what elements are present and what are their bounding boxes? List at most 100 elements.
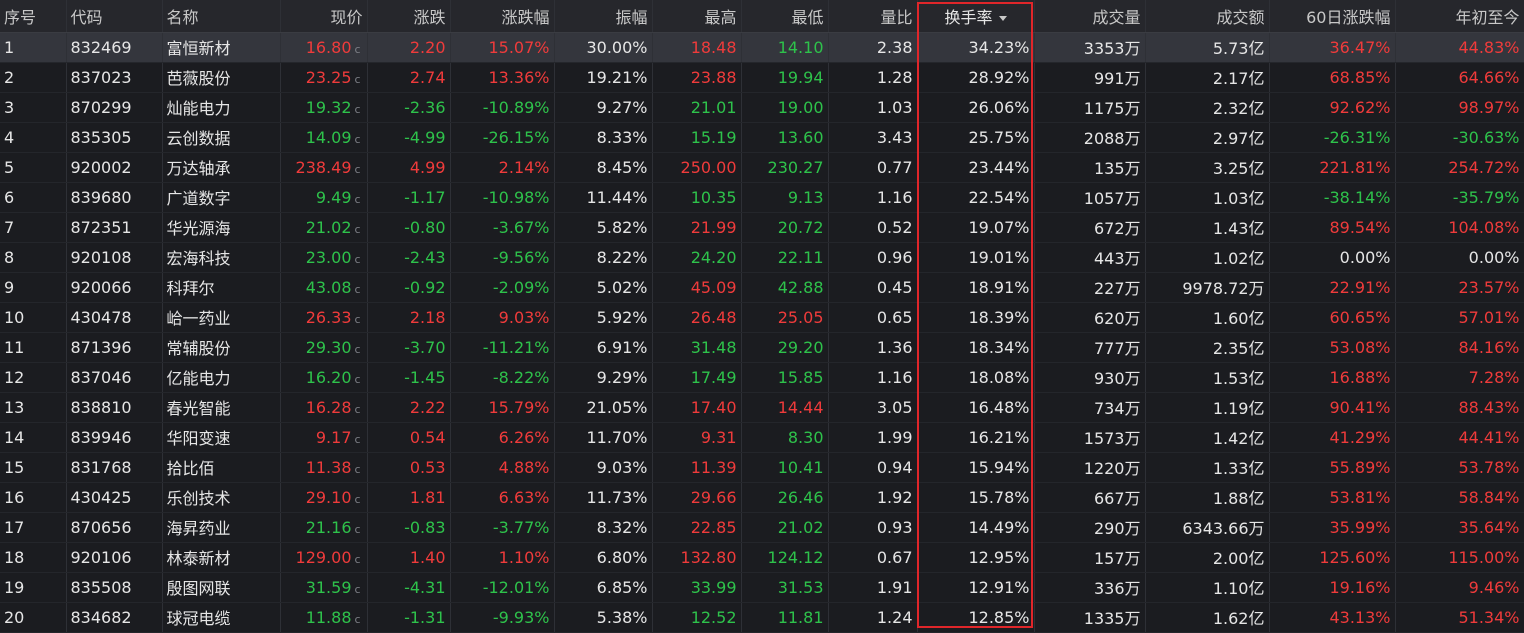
- cell-name: 芭薇股份: [162, 62, 281, 93]
- cell-value: 98.97%: [1458, 97, 1520, 117]
- table-row[interactable]: 11 871396 常辅股份 29.30 c -3.70 -11.21% 6.91% 31.48…: [0, 332, 1524, 363]
- cell-value: 44.83%: [1458, 37, 1520, 57]
- table-row[interactable]: 4 835305 云创数据 14.09 c -4.99 -26.15% 8.33% 15.19 1…: [0, 122, 1524, 153]
- cell-volume-ratio: 3.43: [828, 122, 918, 153]
- cell-low: 8.30: [741, 422, 829, 453]
- cell-value: 13.60: [777, 127, 824, 147]
- table-row[interactable]: 8 920108 宏海科技 23.00 c -2.43 -9.56% 8.22% 24.20 22…: [0, 242, 1524, 273]
- sort-descending-icon[interactable]: [998, 15, 1007, 21]
- cell-value: 1.02亿: [1212, 249, 1265, 268]
- column-header-amount[interactable]: 成交额: [1145, 0, 1270, 33]
- cell-price: 21.02 c: [280, 212, 368, 243]
- table-row[interactable]: 10 430478 峆一药业 26.33 c 2.18 9.03% 5.92% 26.48 25.…: [0, 302, 1524, 333]
- cell-amplitude: 11.70%: [554, 422, 653, 453]
- column-header-label: 换手率: [944, 7, 993, 27]
- column-header-turnover[interactable]: 换手率: [917, 0, 1035, 33]
- price-suffix: c: [354, 102, 361, 116]
- cell-change-pct: 6.26%: [450, 422, 555, 453]
- cell-index: 11: [0, 332, 67, 363]
- cell-value: 920066: [70, 277, 132, 297]
- cell-value: 9.13: [787, 187, 824, 207]
- column-header-name[interactable]: 名称: [162, 0, 281, 33]
- table-row[interactable]: 19 835508 殷图网联 31.59 c -4.31 -12.01% 6.85% 33.99…: [0, 572, 1524, 603]
- table-row[interactable]: 16 430425 乐创技术 29.10 c 1.81 6.63% 11.73% 29.66 26…: [0, 482, 1524, 513]
- cell-amount: 2.00亿: [1145, 542, 1270, 573]
- cell-name: 科拜尔: [162, 272, 281, 303]
- cell-value: 1.91: [876, 577, 913, 597]
- cell-value: 870299: [70, 97, 132, 117]
- cell-value: 18: [4, 547, 25, 567]
- column-header-ytd[interactable]: 年初至今: [1395, 0, 1524, 33]
- column-header-index[interactable]: 序号: [0, 0, 67, 33]
- cell-high: 132.80: [652, 542, 742, 573]
- cell-value: 221.81%: [1319, 157, 1391, 177]
- table-row[interactable]: 7 872351 华光源海 21.02 c -0.80 -3.67% 5.82% 21.99 20…: [0, 212, 1524, 243]
- cell-value: 132.80: [680, 547, 737, 567]
- cell-value: 64.66%: [1458, 67, 1520, 87]
- cell-value: 18.48: [690, 37, 737, 57]
- cell-value: 春光智能: [166, 399, 231, 418]
- table-row[interactable]: 3 870299 灿能电力 19.32 c -2.36 -10.89% 9.27% 21.01 1…: [0, 92, 1524, 123]
- column-header-code[interactable]: 代码: [66, 0, 163, 33]
- cell-chg-60d: 0.00%: [1269, 242, 1396, 273]
- cell-high: 23.88: [652, 62, 742, 93]
- cell-value: 18.91%: [968, 277, 1030, 297]
- cell-value: 53.08%: [1329, 337, 1391, 357]
- price-suffix: c: [354, 552, 361, 566]
- cell-value: 41.29%: [1329, 427, 1391, 447]
- cell-value: 16.28: [305, 397, 352, 417]
- cell-value: 290万: [1093, 519, 1141, 538]
- cell-volume: 991万: [1034, 62, 1146, 93]
- cell-ytd: 98.97%: [1395, 92, 1524, 123]
- cell-value: 1.60亿: [1212, 309, 1265, 328]
- column-header-change-pct[interactable]: 涨跌幅: [450, 0, 555, 33]
- table-row[interactable]: 14 839946 华阳变速 9.17 c 0.54 6.26% 11.70% 9.31 8.30…: [0, 422, 1524, 453]
- cell-change: -2.43: [367, 242, 451, 273]
- cell-value: 20.72: [777, 217, 824, 237]
- cell-value: 14: [4, 427, 25, 447]
- cell-code: 832469: [66, 32, 163, 63]
- cell-value: 19.00: [777, 97, 824, 117]
- table-row[interactable]: 9 920066 科拜尔 43.08 c -0.92 -2.09% 5.02% 45.09 42.…: [0, 272, 1524, 303]
- table-row[interactable]: 1 832469 富恒新材 16.80 c 2.20 15.07% 30.00% 18.48 14…: [0, 32, 1524, 63]
- cell-volume-ratio: 0.67: [828, 542, 918, 573]
- cell-high: 33.99: [652, 572, 742, 603]
- price-suffix: c: [354, 582, 361, 596]
- column-header-label: 60日涨跌幅: [1306, 7, 1391, 27]
- cell-high: 12.52: [652, 602, 742, 633]
- cell-chg-60d: 68.85%: [1269, 62, 1396, 93]
- cell-value: -3.70: [404, 337, 446, 357]
- column-header-chg-60d[interactable]: 60日涨跌幅: [1269, 0, 1396, 33]
- table-row[interactable]: 12 837046 亿能电力 16.20 c -1.45 -8.22% 9.29% 17.49 1…: [0, 362, 1524, 393]
- table-row[interactable]: 13 838810 春光智能 16.28 c 2.22 15.79% 21.05% 17.40 1…: [0, 392, 1524, 423]
- table-row[interactable]: 17 870656 海昇药业 21.16 c -0.83 -3.77% 8.32% 22.85 2…: [0, 512, 1524, 543]
- cell-change-pct: -11.21%: [450, 332, 555, 363]
- cell-value: 6.85%: [596, 577, 648, 597]
- column-header-price[interactable]: 现价: [280, 0, 368, 33]
- column-header-amplitude[interactable]: 振幅: [554, 0, 653, 33]
- cell-value: 18.34%: [968, 337, 1030, 357]
- table-row[interactable]: 20 834682 球冠电缆 11.88 c -1.31 -9.93% 5.38% 12.52 1…: [0, 602, 1524, 633]
- cell-high: 18.48: [652, 32, 742, 63]
- cell-value: 16: [4, 487, 25, 507]
- table-row[interactable]: 18 920106 林泰新材 129.00 c 1.40 1.10% 6.80% 132.80 1…: [0, 542, 1524, 573]
- column-header-volume-ratio[interactable]: 量比: [828, 0, 918, 33]
- table-row[interactable]: 2 837023 芭薇股份 23.25 c 2.74 13.36% 19.21% 23.88 19…: [0, 62, 1524, 93]
- cell-value: 富恒新材: [166, 39, 231, 58]
- cell-code: 870299: [66, 92, 163, 123]
- table-row[interactable]: 6 839680 广道数字 9.49 c -1.17 -10.98% 11.44% 10.35 9…: [0, 182, 1524, 213]
- cell-value: 1.99: [876, 427, 913, 447]
- table-row[interactable]: 5 920002 万达轴承 238.49 c 4.99 2.14% 8.45% 250.00 23…: [0, 152, 1524, 183]
- cell-ytd: 115.00%: [1395, 542, 1524, 573]
- cell-value: 1335万: [1083, 609, 1141, 628]
- column-header-change[interactable]: 涨跌: [367, 0, 451, 33]
- cell-code: 838810: [66, 392, 163, 423]
- table-row[interactable]: 15 831768 拾比佰 11.38 c 0.53 4.88% 9.03% 11.39 10.4…: [0, 452, 1524, 483]
- cell-value: 57.01%: [1458, 307, 1520, 327]
- column-header-volume[interactable]: 成交量: [1034, 0, 1146, 33]
- column-header-high[interactable]: 最高: [652, 0, 742, 33]
- column-header-low[interactable]: 最低: [741, 0, 829, 33]
- cell-value: 科拜尔: [166, 279, 215, 298]
- cell-value: 835305: [70, 127, 132, 147]
- cell-amplitude: 5.02%: [554, 272, 653, 303]
